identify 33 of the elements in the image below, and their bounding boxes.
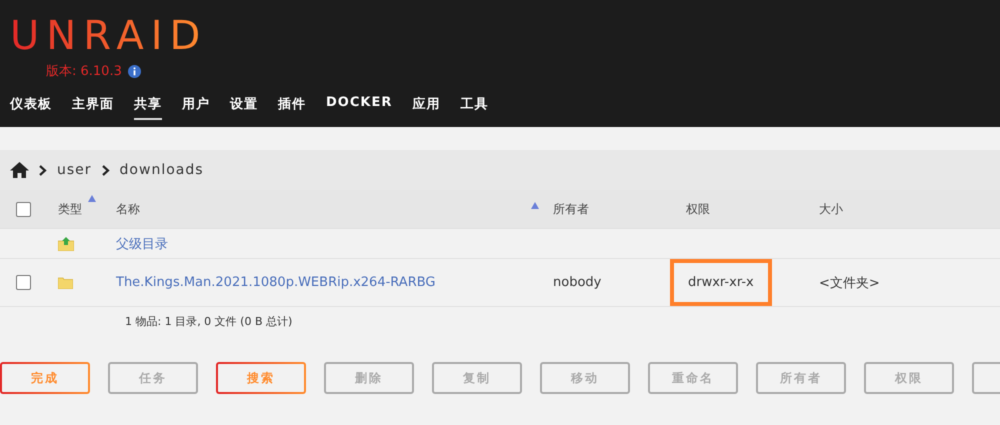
nav-tab[interactable]: 应用 bbox=[412, 95, 440, 120]
nav-tab[interactable]: 用户 bbox=[182, 95, 210, 120]
folder-up-icon bbox=[58, 236, 74, 251]
folder-icon bbox=[58, 276, 73, 288]
nav-tab[interactable]: 设置 bbox=[230, 95, 258, 120]
chevron-icon bbox=[39, 164, 47, 176]
folder-link[interactable]: The.Kings.Man.2021.1080p.WEBRip.x264-RARBG bbox=[116, 275, 436, 290]
column-header[interactable]: 名称 bbox=[116, 200, 140, 218]
sort-arrow-icon bbox=[531, 202, 539, 209]
nav-tab[interactable]: 仪表板 bbox=[10, 95, 52, 120]
column-header[interactable]: 类型 bbox=[58, 200, 82, 218]
select-all-checkbox[interactable] bbox=[16, 202, 31, 216]
home-icon[interactable] bbox=[10, 162, 29, 178]
size-cell-text: <文件夹> bbox=[819, 274, 881, 292]
row-checkbox[interactable] bbox=[16, 275, 31, 290]
info-icon[interactable] bbox=[128, 64, 141, 78]
nav-tab[interactable]: 插件 bbox=[278, 95, 306, 120]
owner-cell-text: nobody bbox=[553, 275, 602, 290]
summary-text: 1 物品: 1 目录, 0 文件 (0 B 总计) bbox=[125, 314, 292, 328]
version-label: 版本: 6.10.3 bbox=[46, 63, 122, 80]
breadcrumb-link[interactable]: user bbox=[57, 162, 92, 178]
breadcrumb-link[interactable]: downloads bbox=[120, 162, 204, 178]
nav-tab[interactable]: DOCKER bbox=[326, 95, 392, 120]
column-header[interactable]: 大小 bbox=[819, 200, 843, 218]
nav-tab[interactable]: 工具 bbox=[460, 95, 488, 120]
chevron-icon bbox=[102, 164, 110, 176]
permissions-cell: drwxr-xr-x bbox=[670, 259, 772, 306]
sort-arrow-icon bbox=[88, 194, 96, 202]
nav-tab[interactable]: 主界面 bbox=[72, 95, 114, 120]
nav-tab[interactable]: 共享 bbox=[134, 95, 162, 120]
column-header[interactable]: 所有者 bbox=[553, 200, 589, 218]
parent-directory-link[interactable]: 父级目录 bbox=[116, 234, 168, 252]
column-header[interactable]: 权限 bbox=[686, 200, 710, 218]
